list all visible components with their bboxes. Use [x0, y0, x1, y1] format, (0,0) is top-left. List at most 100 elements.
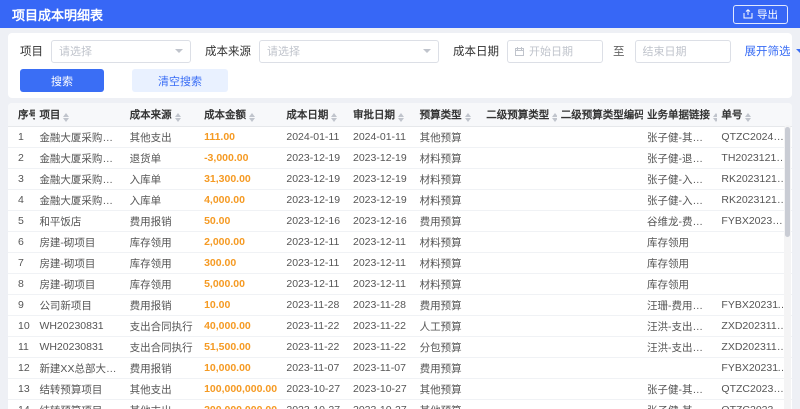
column-header-label: 二级预算类型 — [486, 109, 550, 121]
table-row[interactable]: 7 房建-砌项目 库存领用 300.00 2023-12-11 2023-12-11 材料预… — [8, 252, 792, 274]
column-header[interactable]: 成本来源 — [125, 103, 201, 127]
cell-doc-link[interactable]: 张子健-其他支出 — [642, 399, 718, 409]
column-header[interactable]: 序号 — [8, 103, 36, 127]
cell-doc-link[interactable]: 库存领用 — [642, 231, 718, 253]
cell-sub-budget-code — [556, 273, 643, 295]
action-buttons-row: 搜索 清空搜索 — [20, 69, 780, 92]
cell-doc-link[interactable]: 张子健-入库单 — [642, 189, 718, 211]
cell-sub-budget-code — [556, 126, 643, 148]
column-header[interactable]: 成本金额 — [200, 103, 283, 127]
cell-source: 退货单 — [125, 147, 201, 169]
export-button[interactable]: 导出 — [733, 4, 788, 24]
sort-icon[interactable] — [745, 113, 752, 122]
table-row[interactable]: 6 房建-砌项目 库存领用 2,000.00 2023-12-11 2023-12-11 材… — [8, 231, 792, 253]
cell-amount: 100,000,000.00 — [200, 378, 283, 400]
cell-source: 费用报销 — [125, 294, 201, 316]
cell-no: 5 — [8, 210, 36, 232]
table-row[interactable]: 2 金融大厦采购项目 退货单 -3,000.00 2023-12-19 2023-12-1… — [8, 147, 792, 169]
cell-amount: 5,000.00 — [200, 273, 283, 295]
cell-project: 和平饭店 — [35, 210, 126, 232]
search-button[interactable]: 搜索 — [20, 69, 104, 92]
sort-icon[interactable] — [63, 113, 70, 122]
cell-approve-date: 2023-12-19 — [349, 147, 416, 169]
sort-icon[interactable] — [398, 113, 404, 122]
column-header[interactable]: 二级预算类型 — [482, 103, 557, 127]
table-row[interactable]: 4 金融大厦采购项目 入库单 4,000.00 2023-12-19 2023-12-19… — [8, 189, 792, 211]
cell-doc-link[interactable]: 张子健-退货单 — [642, 147, 718, 169]
cell-project: 房建-砌项目 — [35, 273, 126, 295]
cell-doc-no: QTZC20231027002 — [717, 378, 792, 400]
cell-budget-type: 分包预算 — [415, 336, 483, 358]
table-row[interactable]: 11 WH20230831 支出合同执行 51,500.00 2023-11-22 202… — [8, 336, 792, 358]
cell-doc-link[interactable]: 库存领用 — [642, 273, 718, 295]
cell-budget-type: 材料预算 — [415, 168, 483, 190]
table-row[interactable]: 9 公司新项目 费用报销 10.00 2023-11-28 2023-11-28 费用预算汪… — [8, 294, 792, 316]
vertical-scrollbar[interactable] — [784, 125, 791, 409]
expand-filter-label: 展开筛选 — [744, 46, 791, 58]
cell-approve-date: 2023-12-11 — [349, 231, 416, 253]
cell-sub-budget-type — [482, 294, 557, 316]
sort-icon[interactable] — [174, 113, 181, 122]
table-row[interactable]: 14结转预算项目其他支出200,000,000.002023-10-272023… — [8, 399, 792, 409]
cell-project: 房建-砌项目 — [35, 252, 126, 274]
cell-no: 2 — [8, 147, 36, 169]
column-header-label: 项目 — [39, 109, 61, 121]
cell-cost-date: 2024-01-11 — [282, 126, 349, 148]
cell-cost-date: 2023-11-22 — [282, 315, 349, 337]
cell-doc-link[interactable]: 谷维龙-费用报销 — [642, 210, 718, 232]
cell-doc-link[interactable]: 张子健-其他支出 — [642, 126, 718, 148]
cell-doc-link[interactable]: 库存领用 — [642, 252, 718, 274]
cell-sub-budget-code — [556, 399, 643, 409]
topbar: 项目成本明细表 导出 — [0, 0, 800, 28]
cell-source: 入库单 — [125, 168, 201, 190]
cell-doc-link[interactable]: 张子健-入库单 — [642, 168, 718, 190]
cell-doc-link[interactable]: 汪洪-支出合同执行 — [642, 315, 718, 337]
sort-icon[interactable] — [552, 113, 557, 122]
cell-project: 金融大厦采购项目 — [35, 147, 126, 169]
cell-sub-budget-type — [482, 315, 557, 337]
start-date-input[interactable]: 开始日期 — [507, 39, 603, 63]
cell-doc-link[interactable]: 汪珊-费用报销 — [642, 294, 718, 316]
filter-panel: 项目 请选择 成本来源 请选择 成本日期 开始日期 至 结束日期 展开筛选 搜索… — [8, 33, 800, 98]
expand-filter-link[interactable]: 展开筛选 — [745, 43, 800, 59]
table-row[interactable]: 10 WH20230831 支出合同执行 40,000.00 2023-11-22 202… — [8, 315, 792, 337]
source-select[interactable]: 请选择 — [259, 39, 439, 63]
column-header[interactable]: 单号 — [717, 103, 792, 127]
column-header[interactable]: 二级预算类型编码 — [556, 103, 643, 127]
sort-icon[interactable] — [331, 113, 338, 122]
cell-sub-budget-code — [556, 147, 643, 169]
sort-icon[interactable] — [464, 113, 471, 122]
clear-search-button[interactable]: 清空搜索 — [132, 69, 228, 92]
scrollbar-thumb[interactable] — [785, 127, 790, 237]
cell-budget-type: 费用预算 — [415, 210, 483, 232]
table-row[interactable]: 12新建XX总部大厦工程二期费用报销10,000.002023-11-07202… — [8, 357, 792, 379]
sort-icon[interactable] — [712, 113, 718, 122]
cell-budget-type: 材料预算 — [415, 273, 483, 295]
cell-project: 结转预算项目 — [35, 378, 126, 400]
table-row[interactable]: 1 金融大厦采购项目 其他支出 111.00 2024-01-11 2024-01-11 其… — [8, 126, 792, 148]
cell-project: 金融大厦采购项目 — [35, 189, 126, 211]
cell-doc-no: TH20231219001 — [717, 147, 792, 169]
sort-icon[interactable] — [249, 113, 256, 122]
project-select[interactable]: 请选择 — [51, 39, 191, 63]
filter-row: 项目 请选择 成本来源 请选择 成本日期 开始日期 至 结束日期 展开筛选 — [20, 39, 800, 63]
cell-cost-date: 2023-11-28 — [282, 294, 349, 316]
cell-amount: 40,000.00 — [200, 315, 283, 337]
column-header[interactable]: 成本日期 — [282, 103, 349, 127]
column-header[interactable]: 业务单据链接 — [642, 103, 718, 127]
cell-approve-date: 2023-11-28 — [349, 294, 416, 316]
column-header-label: 成本日期 — [286, 109, 329, 121]
table-row[interactable]: 13 结转预算项目 其他支出 100,000,000.00 2023-10-27 2023… — [8, 378, 792, 400]
column-header[interactable]: 预算类型 — [415, 103, 483, 127]
column-header[interactable]: 项目 — [35, 103, 126, 127]
table-row[interactable]: 8 房建-砌项目 库存领用 5,000.00 2023-12-11 2023-12-11 材… — [8, 273, 792, 295]
table-row[interactable]: 5 和平饭店 费用报销 50.00 2023-12-16 2023-12-16 费用预算 谷维… — [8, 210, 792, 232]
end-date-placeholder: 结束日期 — [642, 46, 687, 58]
end-date-input[interactable]: 结束日期 — [634, 39, 731, 63]
cell-cost-date: 2023-12-11 — [282, 231, 349, 253]
table-row[interactable]: 3 金融大厦采购项目 入库单 31,300.00 2023-12-19 2023-12-1… — [8, 168, 792, 190]
cell-doc-no — [717, 252, 792, 274]
column-header[interactable]: 审批日期 — [349, 103, 416, 127]
cell-doc-link[interactable]: 张子健-其他支出 — [642, 378, 718, 400]
cell-doc-link[interactable]: 汪洪-支出合同执行 — [642, 336, 718, 358]
